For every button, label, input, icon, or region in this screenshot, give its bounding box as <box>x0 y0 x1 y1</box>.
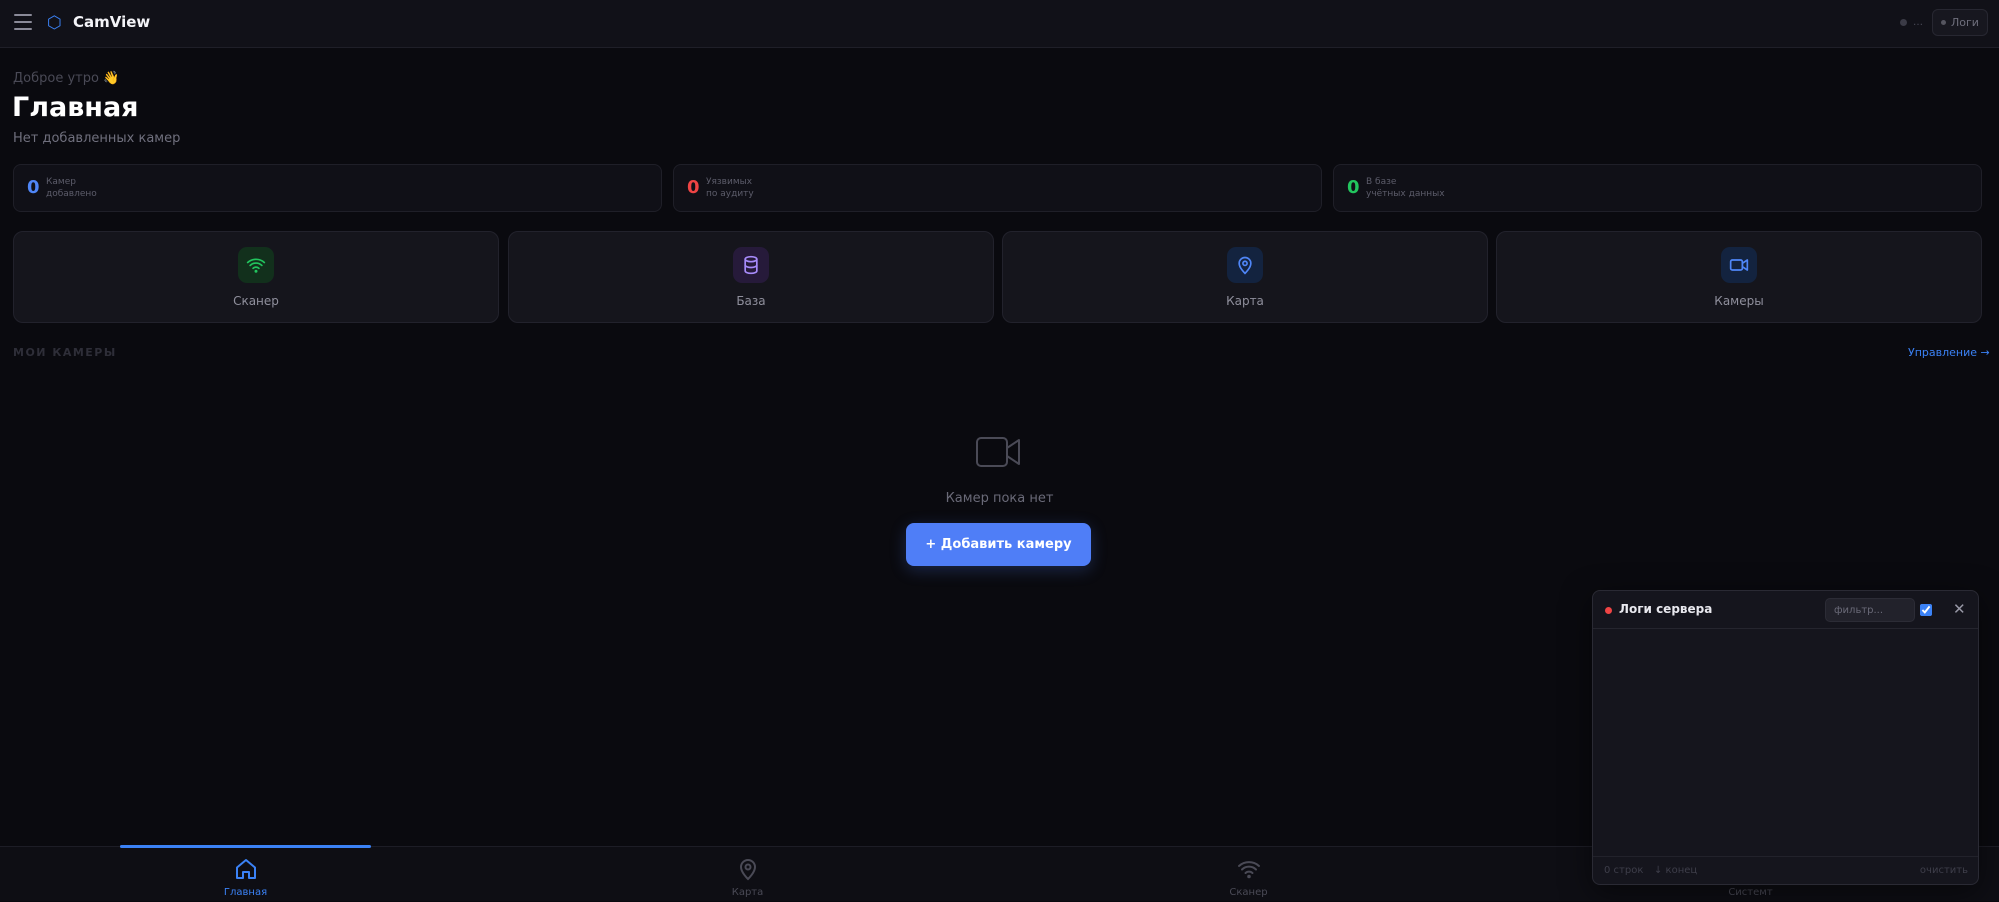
page-title: Главная <box>12 92 139 123</box>
wifi-icon <box>238 247 274 283</box>
stat-label-line2: по аудиту <box>706 189 754 199</box>
stat-value: 0 <box>687 177 700 198</box>
manage-link[interactable]: Управление → <box>1908 346 1990 359</box>
quick-action-label: Камеры <box>1714 294 1764 308</box>
nav-label: Карта <box>731 887 764 898</box>
quick-action-map[interactable]: Карта <box>1002 231 1488 323</box>
server-logs-panel: Логи сервера ✕ 0 строк ↓ конец очистить <box>1592 590 1979 885</box>
logs-filter-input[interactable] <box>1825 598 1915 622</box>
video-icon <box>1721 247 1757 283</box>
wifi-icon <box>1237 857 1261 885</box>
stat-value: 0 <box>1347 177 1360 198</box>
logs-rows-count: 0 строк <box>1604 865 1644 876</box>
stat-value: 0 <box>27 177 40 198</box>
connection-status: … <box>1900 17 1923 28</box>
nav-item-scanner[interactable]: Сканер <box>1123 847 1374 902</box>
quick-action-label: Сканер <box>233 294 279 308</box>
app-title: CamView <box>73 13 151 31</box>
close-icon[interactable]: ✕ <box>1953 600 1966 618</box>
logs-panel-footer: 0 строк ↓ конец очистить <box>1593 856 1978 884</box>
clear-logs-button[interactable]: очистить <box>1920 865 1968 876</box>
logs-panel-header: Логи сервера ✕ <box>1593 591 1978 629</box>
add-camera-button[interactable]: + Добавить камеру <box>906 523 1091 566</box>
logs-button-label: Логи <box>1951 16 1979 29</box>
stat-vulnerable: 0 Уязвимых по аудиту <box>673 164 1322 212</box>
nav-item-map[interactable]: Карта <box>622 847 873 902</box>
status-dot-icon <box>1900 19 1907 26</box>
logs-panel-title: Логи сервера <box>1619 602 1713 616</box>
quick-action-label: Карта <box>1226 294 1264 308</box>
logo-icon: ⬡ <box>47 13 62 33</box>
logs-status-dot-icon <box>1605 607 1612 614</box>
empty-state-text: Камер пока нет <box>945 491 1054 506</box>
nav-label: Главная <box>223 887 268 898</box>
quick-action-scanner[interactable]: Сканер <box>13 231 499 323</box>
home-icon <box>234 857 258 885</box>
stat-cameras-added: 0 Камер добавлено <box>13 164 662 212</box>
logs-button[interactable]: Логи <box>1932 9 1988 36</box>
logs-dot-icon <box>1941 20 1947 25</box>
quick-action-label: База <box>736 294 766 308</box>
page-subtitle: Нет добавленных камер <box>13 131 181 146</box>
map-pin-icon <box>736 857 760 885</box>
stat-label-line1: Камер <box>46 177 76 187</box>
stat-label-line1: Уязвимых <box>706 177 753 187</box>
stat-label-line2: учётных данных <box>1366 189 1445 199</box>
nav-label: Системт <box>1728 887 1773 898</box>
nav-label: Сканер <box>1229 887 1268 898</box>
stat-label-line2: добавлено <box>46 189 97 199</box>
map-pin-icon <box>1227 247 1263 283</box>
section-label-my-cameras: МОИ КАМЕРЫ <box>13 346 117 359</box>
stat-label-line1: В базе <box>1366 177 1397 187</box>
video-camera-icon <box>975 436 1021 472</box>
status-ellipsis-icon: … <box>1913 17 1923 28</box>
autoscroll-checkbox[interactable] <box>1920 604 1932 616</box>
top-bar: ⬡ CamView … Логи <box>0 0 1999 48</box>
greeting: Доброе утро 👋 <box>13 71 120 86</box>
stat-credentials: 0 В базе учётных данных <box>1333 164 1982 212</box>
quick-action-database[interactable]: База <box>508 231 994 323</box>
nav-item-home[interactable]: Главная <box>120 847 371 902</box>
scroll-to-end-button[interactable]: ↓ конец <box>1654 865 1697 876</box>
database-icon <box>733 247 769 283</box>
menu-icon[interactable] <box>14 14 32 30</box>
quick-action-cameras[interactable]: Камеры <box>1496 231 1982 323</box>
